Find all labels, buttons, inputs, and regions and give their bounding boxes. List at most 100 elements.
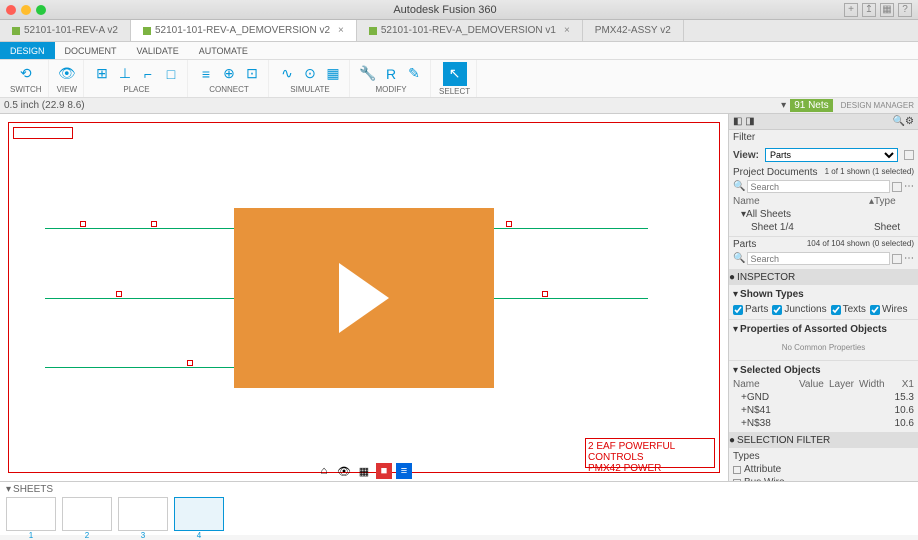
vb-home-icon[interactable]: ⌂ <box>316 463 332 479</box>
dropdown-icon[interactable]: ▾ <box>781 100 786 111</box>
grid-icon[interactable]: ▦ <box>880 3 894 17</box>
close-window-icon[interactable] <box>6 5 16 15</box>
sim3-icon[interactable]: ▦ <box>323 64 343 84</box>
sheets-label: SHEETS <box>13 484 53 495</box>
chk-wires[interactable]: Wires <box>870 304 908 315</box>
filter-label: Filter <box>733 132 755 143</box>
wire-icon[interactable]: ⌐ <box>138 64 158 84</box>
tab-doc-1[interactable]: 52101-101-REV-A v2 <box>0 20 131 41</box>
bus-icon[interactable]: ≡ <box>196 64 216 84</box>
help-icon[interactable]: ? <box>898 3 912 17</box>
close-icon[interactable]: × <box>564 25 570 36</box>
gear-icon[interactable]: ⚙ <box>905 116 914 127</box>
tab-doc-4[interactable]: PMX42-ASSY v2 <box>583 20 684 41</box>
upload-icon[interactable]: ↥ <box>862 3 876 17</box>
tab-label: 52101-101-REV-A v2 <box>24 25 118 36</box>
col-width[interactable]: Width <box>859 379 889 390</box>
component[interactable] <box>506 221 512 227</box>
parts-search-input[interactable] <box>747 252 890 265</box>
col-value[interactable]: Value <box>799 379 829 390</box>
nets-count[interactable]: 91 Nets <box>790 99 832 112</box>
close-icon[interactable]: × <box>338 25 344 36</box>
chevron-down-icon[interactable]: ▾ <box>733 365 738 376</box>
design-manager-label: DESIGN MANAGER <box>841 101 914 110</box>
type-item[interactable]: Attribute <box>733 463 914 476</box>
minimize-window-icon[interactable] <box>21 5 31 15</box>
panel-tabs[interactable]: ◧ ◨ <box>733 116 893 127</box>
tool-switch[interactable]: ⟲ SWITCH <box>4 60 49 97</box>
chevron-down-icon[interactable]: ▾ <box>733 324 738 335</box>
tool-connect[interactable]: ≡ ⊕ ⊡ CONNECT <box>190 60 269 97</box>
net-icon[interactable]: ⊥ <box>115 64 135 84</box>
window-controls[interactable] <box>6 5 46 15</box>
vb-grid-icon[interactable]: ▦ <box>356 463 372 479</box>
tree-row[interactable]: Sheet 1/4Sheet <box>733 221 914 234</box>
tool-select[interactable]: ↖ SELECT <box>433 60 477 97</box>
search-input[interactable] <box>747 180 890 193</box>
component-icon[interactable]: ⊞ <box>92 64 112 84</box>
chk-texts[interactable]: Texts <box>831 304 866 315</box>
table-row[interactable]: +N$4110.6 <box>733 404 914 417</box>
col-name[interactable]: Name <box>733 196 869 207</box>
tab-doc-3[interactable]: 52101-101-REV-A_DEMOVERSION v1× <box>357 20 583 41</box>
type-item[interactable]: Bus Wire <box>733 476 914 481</box>
chevron-down-icon[interactable]: ▾ <box>6 484 11 495</box>
wrench-icon[interactable]: 🔧 <box>358 64 378 84</box>
resistor-icon[interactable]: R <box>381 64 401 84</box>
component[interactable] <box>80 221 86 227</box>
port-icon[interactable]: ⊡ <box>242 64 262 84</box>
tool-place[interactable]: ⊞ ⊥ ⌐ □ PLACE <box>86 60 188 97</box>
col-name[interactable]: Name <box>733 379 799 390</box>
app-title: Autodesk Fusion 360 <box>46 4 844 16</box>
menu-design[interactable]: DESIGN <box>0 42 55 59</box>
new-icon[interactable]: + <box>844 3 858 17</box>
cursor-icon[interactable]: ↖ <box>443 62 467 86</box>
chk-junctions[interactable]: Junctions <box>772 304 826 315</box>
opts-icon[interactable] <box>892 254 902 264</box>
col-layer[interactable]: Layer <box>829 379 859 390</box>
menu-automate[interactable]: AUTOMATE <box>189 42 258 59</box>
component[interactable] <box>187 360 193 366</box>
canvas[interactable]: 2 EAF POWERFUL CONTROLS PMX42 POWER ⌂ 👁 … <box>0 114 728 481</box>
component[interactable] <box>542 291 548 297</box>
component[interactable] <box>116 291 122 297</box>
sheet-thumb-4[interactable]: 4 <box>174 497 224 531</box>
tool-view[interactable]: 👁 VIEW <box>51 60 84 97</box>
junction-icon[interactable]: ⊕ <box>219 64 239 84</box>
refresh-icon[interactable] <box>904 150 914 160</box>
tree-row[interactable]: ▾All Sheets <box>733 208 914 221</box>
menu-document[interactable]: DOCUMENT <box>55 42 127 59</box>
chevron-down-icon[interactable]: ▾ <box>733 289 738 300</box>
sheet-thumb-2[interactable]: 2 <box>62 497 112 531</box>
col-x1[interactable]: X1 <box>889 379 914 390</box>
search-icon[interactable]: 🔍 <box>893 116 905 127</box>
more-icon[interactable]: ⋯ <box>904 253 914 264</box>
table-row[interactable]: +GND15.3 <box>733 391 914 404</box>
more-icon[interactable]: ⋯ <box>904 181 914 192</box>
chk-parts[interactable]: Parts <box>733 304 768 315</box>
vb-stop-icon[interactable]: ■ <box>376 463 392 479</box>
text-icon[interactable]: □ <box>161 64 181 84</box>
tab-doc-2[interactable]: 52101-101-REV-A_DEMOVERSION v2× <box>131 20 357 41</box>
video-play-overlay[interactable] <box>234 208 494 388</box>
menu-validate[interactable]: VALIDATE <box>127 42 189 59</box>
maximize-window-icon[interactable] <box>36 5 46 15</box>
inspector-header[interactable]: ●INSPECTOR <box>728 270 918 285</box>
props-label: Properties of Assorted Objects <box>740 324 887 335</box>
sim1-icon[interactable]: ∿ <box>277 64 297 84</box>
view-select[interactable]: Parts <box>765 148 898 162</box>
vb-eye-icon[interactable]: 👁 <box>336 463 352 479</box>
title-block: 2 EAF POWERFUL CONTROLS PMX42 POWER <box>585 438 715 468</box>
sheet-thumb-1[interactable]: 1 <box>6 497 56 531</box>
vb-layers-icon[interactable]: ≡ <box>396 463 412 479</box>
sim2-icon[interactable]: ⊙ <box>300 64 320 84</box>
component[interactable] <box>151 221 157 227</box>
col-type[interactable]: Type <box>874 196 914 207</box>
opts-icon[interactable] <box>892 182 902 192</box>
tool-modify[interactable]: 🔧 R ✎ MODIFY <box>352 60 431 97</box>
sheet-thumb-3[interactable]: 3 <box>118 497 168 531</box>
move-icon[interactable]: ✎ <box>404 64 424 84</box>
tool-simulate[interactable]: ∿ ⊙ ▦ SIMULATE <box>271 60 350 97</box>
selection-filter-header[interactable]: ●SELECTION FILTER <box>728 433 918 448</box>
table-row[interactable]: +N$3810.6 <box>733 417 914 430</box>
